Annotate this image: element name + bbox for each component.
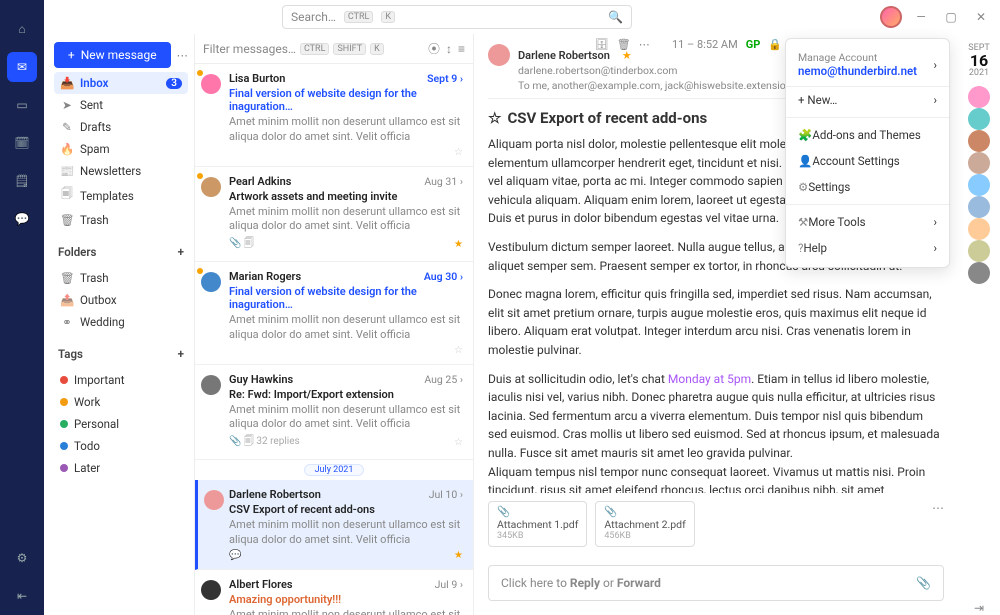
window-minimize-icon[interactable]: — bbox=[910, 10, 932, 24]
new-message-button[interactable]: + New message bbox=[54, 42, 171, 68]
chevron-right-icon[interactable]: › bbox=[934, 58, 937, 72]
menu-account-settings[interactable]: 👤Account Settings bbox=[786, 148, 949, 174]
folder-templates[interactable]: 🗐Templates bbox=[54, 182, 188, 209]
chevron-right-icon: › bbox=[934, 93, 937, 107]
collapse-icon[interactable]: ⇤ bbox=[7, 581, 37, 611]
message-list: Filter messages… CTRL SHIFT K ⦿ ↕︎ ≡ Lis… bbox=[194, 34, 474, 615]
tag-work[interactable]: Work bbox=[54, 391, 188, 413]
message-item[interactable]: Guy HawkinsAug 25 ›Re: Fwd: Import/Expor… bbox=[195, 365, 473, 461]
today-pane: SEPT 16 2021 ⇥ bbox=[958, 34, 1000, 615]
folder-trash[interactable]: 🗑Trash bbox=[54, 267, 188, 289]
app-menu: Manage Account nemo@thunderbird.net › + … bbox=[785, 38, 950, 268]
addressbook-icon[interactable]: ▭ bbox=[7, 90, 37, 120]
expand-icon[interactable]: ⇥ bbox=[974, 601, 984, 615]
filter-placeholder: Filter messages… bbox=[203, 42, 296, 56]
contact-avatar[interactable] bbox=[968, 108, 990, 130]
add-folder-icon[interactable]: + bbox=[178, 245, 184, 259]
tags-heading: Tags bbox=[58, 347, 83, 361]
filter-input[interactable]: Filter messages… CTRL SHIFT K bbox=[203, 42, 422, 56]
folder-wedding[interactable]: ⚭Wedding bbox=[54, 311, 188, 333]
tag-todo[interactable]: Todo bbox=[54, 435, 188, 457]
account-avatar[interactable] bbox=[880, 6, 902, 28]
menu-addons[interactable]: 🧩Add-ons and Themes bbox=[786, 122, 949, 148]
tag-personal[interactable]: Personal bbox=[54, 413, 188, 435]
contact-avatar[interactable] bbox=[968, 262, 990, 284]
more-icon[interactable]: ⋯ bbox=[639, 38, 650, 51]
folder-newsletters[interactable]: 📰Newsletters bbox=[54, 160, 188, 182]
menu-account-email[interactable]: nemo@thunderbird.net bbox=[798, 64, 917, 78]
home-icon[interactable]: ⌂ bbox=[7, 14, 37, 44]
message-item[interactable]: Lisa BurtonSept 9 ›Final version of webs… bbox=[195, 64, 473, 167]
window-maximize-icon[interactable]: ▢ bbox=[940, 10, 962, 24]
contact-avatar[interactable] bbox=[968, 218, 990, 240]
search-placeholder: Search… bbox=[291, 10, 336, 24]
search-icon: 🔍 bbox=[608, 10, 623, 24]
folder-outbox[interactable]: 📤Outbox bbox=[54, 289, 188, 311]
new-message-label: New message bbox=[81, 48, 157, 62]
folder-spam[interactable]: 🔥Spam bbox=[54, 138, 188, 160]
reader-pane: Darlene Robertson ★ darlene.robertson@ti… bbox=[474, 34, 958, 615]
folders-heading: Folders bbox=[58, 245, 96, 259]
add-tag-icon[interactable]: + bbox=[178, 347, 184, 361]
view-options-icon[interactable]: ≡ bbox=[458, 42, 465, 56]
window-close-icon[interactable]: ✕ bbox=[970, 10, 992, 24]
reader-datetime: 11 – 8:52 AM bbox=[658, 38, 738, 51]
attach-icon[interactable]: 📎 bbox=[916, 576, 931, 590]
attachment-more-icon[interactable]: ⋯ bbox=[932, 501, 944, 547]
left-rail: ⌂ ✉ ▭ 🗓 🗒 💬 ⚙ ⇤ bbox=[0, 0, 44, 615]
plus-icon: + bbox=[68, 48, 75, 62]
menu-settings[interactable]: ⚙Settings bbox=[786, 174, 949, 200]
chevron-right-icon: › bbox=[934, 241, 937, 255]
menu-account-label: Manage Account bbox=[798, 51, 917, 64]
message-item[interactable]: Darlene RobertsonJul 10 ›CSV Export of r… bbox=[195, 480, 473, 570]
trash-icon[interactable]: 🗑 bbox=[617, 38, 631, 51]
inline-link[interactable]: Monday at 5pm bbox=[668, 372, 751, 386]
menu-help[interactable]: ?Help› bbox=[786, 235, 949, 261]
kbd-ctrl: CTRL bbox=[344, 11, 374, 23]
calendar-icon[interactable]: 🗓 bbox=[7, 128, 37, 158]
message-item[interactable]: Marian RogersAug 30 ›Final version of we… bbox=[195, 262, 473, 365]
contact-avatar[interactable] bbox=[968, 86, 990, 108]
more-icon[interactable]: ⋯ bbox=[177, 48, 189, 62]
folder-trash[interactable]: 🗑Trash bbox=[54, 209, 188, 231]
contact-avatar[interactable] bbox=[968, 174, 990, 196]
topbar: Search… CTRL K 🔍 — ▢ ✕ bbox=[44, 0, 1000, 34]
message-item[interactable]: Albert FloresJul 9 ›Amazing opportunity!… bbox=[195, 570, 473, 615]
star-outline-icon[interactable]: ☆ bbox=[488, 109, 501, 127]
attachment-chip[interactable]: 📎 Attachment 1.pdf345KB bbox=[488, 501, 587, 547]
kbd-k: K bbox=[381, 11, 395, 23]
mail-icon[interactable]: ✉ bbox=[7, 52, 37, 82]
global-search[interactable]: Search… CTRL K 🔍 bbox=[282, 5, 632, 29]
folder-inbox[interactable]: 📥Inbox3 bbox=[54, 72, 188, 94]
folder-sent[interactable]: ➤Sent bbox=[54, 94, 188, 116]
tag-later[interactable]: Later bbox=[54, 457, 188, 479]
contact-avatar[interactable] bbox=[968, 130, 990, 152]
reader-subject: CSV Export of recent add-ons bbox=[507, 109, 707, 127]
quickfilter-icon[interactable]: ⦿ bbox=[428, 40, 440, 57]
tag-important[interactable]: Important bbox=[54, 369, 188, 391]
menu-more-tools[interactable]: ⚒More Tools› bbox=[786, 209, 949, 235]
message-item[interactable]: Pearl AdkinsAug 31 ›Artwork assets and m… bbox=[195, 167, 473, 263]
contact-avatar[interactable] bbox=[968, 196, 990, 218]
month-divider: July 2021 bbox=[304, 464, 364, 476]
contact-avatar[interactable] bbox=[968, 152, 990, 174]
contact-avatar[interactable] bbox=[968, 240, 990, 262]
archive-icon[interactable]: 🗄 bbox=[595, 38, 609, 51]
today-date[interactable]: SEPT 16 2021 bbox=[968, 44, 990, 78]
encrypted-icon: 🔒 bbox=[768, 38, 782, 51]
sort-icon[interactable]: ↕︎ bbox=[446, 42, 452, 56]
folder-pane: + New message ⋯ 📥Inbox3➤Sent✎Drafts🔥Spam… bbox=[44, 34, 194, 615]
settings-icon[interactable]: ⚙ bbox=[7, 543, 37, 573]
tasks-icon[interactable]: 🗒 bbox=[7, 166, 37, 196]
chevron-right-icon: › bbox=[934, 215, 937, 229]
gp-badge: GP bbox=[746, 38, 761, 51]
reply-box[interactable]: Click here to Reply or Forward 📎 bbox=[488, 565, 944, 601]
menu-new[interactable]: + New…› bbox=[786, 87, 949, 113]
attachment-chip[interactable]: 📎 Attachment 2.pdf456KB bbox=[595, 501, 694, 547]
chat-icon[interactable]: 💬 bbox=[7, 204, 37, 234]
folder-drafts[interactable]: ✎Drafts bbox=[54, 116, 188, 138]
